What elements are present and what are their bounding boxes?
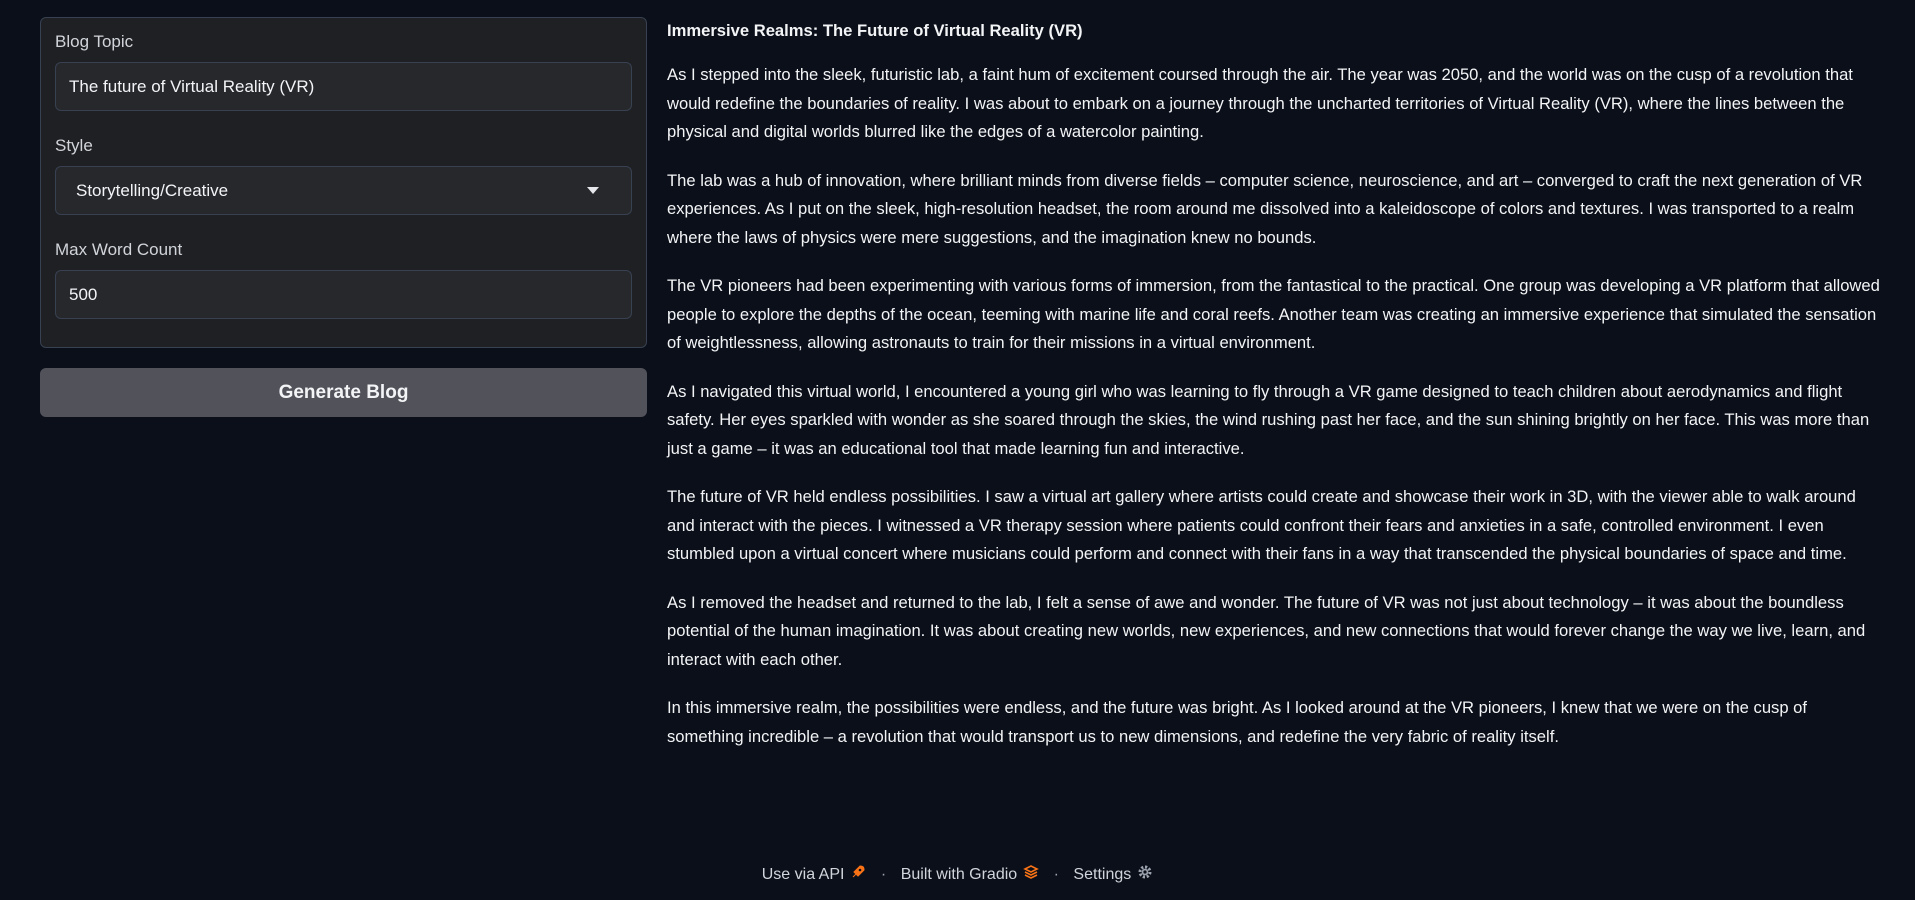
blog-title: Immersive Realms: The Future of Virtual … (667, 21, 1083, 40)
use-via-api-label: Use via API (761, 865, 845, 883)
separator: · (1053, 865, 1059, 883)
blog-paragraph: The future of VR held endless possibilit… (667, 487, 1856, 563)
settings-link[interactable]: Settings (1073, 864, 1153, 885)
chevron-down-icon[interactable] (587, 187, 599, 194)
blog-topic-input[interactable]: The future of Virtual Reality (VR) (55, 62, 632, 111)
form-panel: Blog Topic The future of Virtual Reality… (40, 17, 647, 348)
generate-blog-button[interactable]: Generate Blog (40, 368, 647, 417)
settings-label: Settings (1073, 865, 1132, 883)
blog-output: Immersive Realms: The Future of Virtual … (667, 18, 1882, 771)
style-dropdown[interactable]: Storytelling/Creative (55, 166, 632, 215)
blog-paragraph: As I navigated this virtual world, I enc… (667, 381, 1870, 458)
input-column: Blog Topic The future of Virtual Reality… (40, 17, 647, 417)
footer: Use via API · Built with Gradio · Settin… (0, 864, 1915, 885)
max-word-count-label: Max Word Count (55, 240, 183, 259)
gradio-logo-icon (1023, 865, 1039, 884)
rocket-icon (850, 864, 866, 885)
blog-paragraph: As I removed the headset and returned to… (667, 592, 1866, 669)
blog-paragraph: The lab was a hub of innovation, where b… (667, 170, 1863, 247)
gear-icon (1137, 864, 1153, 885)
blog-paragraph: In this immersive realm, the possibiliti… (667, 698, 1808, 746)
built-with-gradio-link[interactable]: Built with Gradio (900, 865, 1040, 884)
separator: · (880, 865, 887, 883)
built-with-gradio-label: Built with Gradio (900, 865, 1018, 883)
blog-paragraph: The VR pioneers had been experimenting w… (667, 276, 1880, 352)
style-selected-value: Storytelling/Creative (76, 180, 229, 200)
use-via-api-link[interactable]: Use via API (761, 864, 867, 885)
blog-paragraph: As I stepped into the sleek, futuristic … (667, 65, 1853, 141)
max-word-count-input[interactable]: 500 (55, 270, 632, 319)
style-label: Style (55, 136, 93, 155)
blog-topic-label: Blog Topic (55, 32, 134, 51)
